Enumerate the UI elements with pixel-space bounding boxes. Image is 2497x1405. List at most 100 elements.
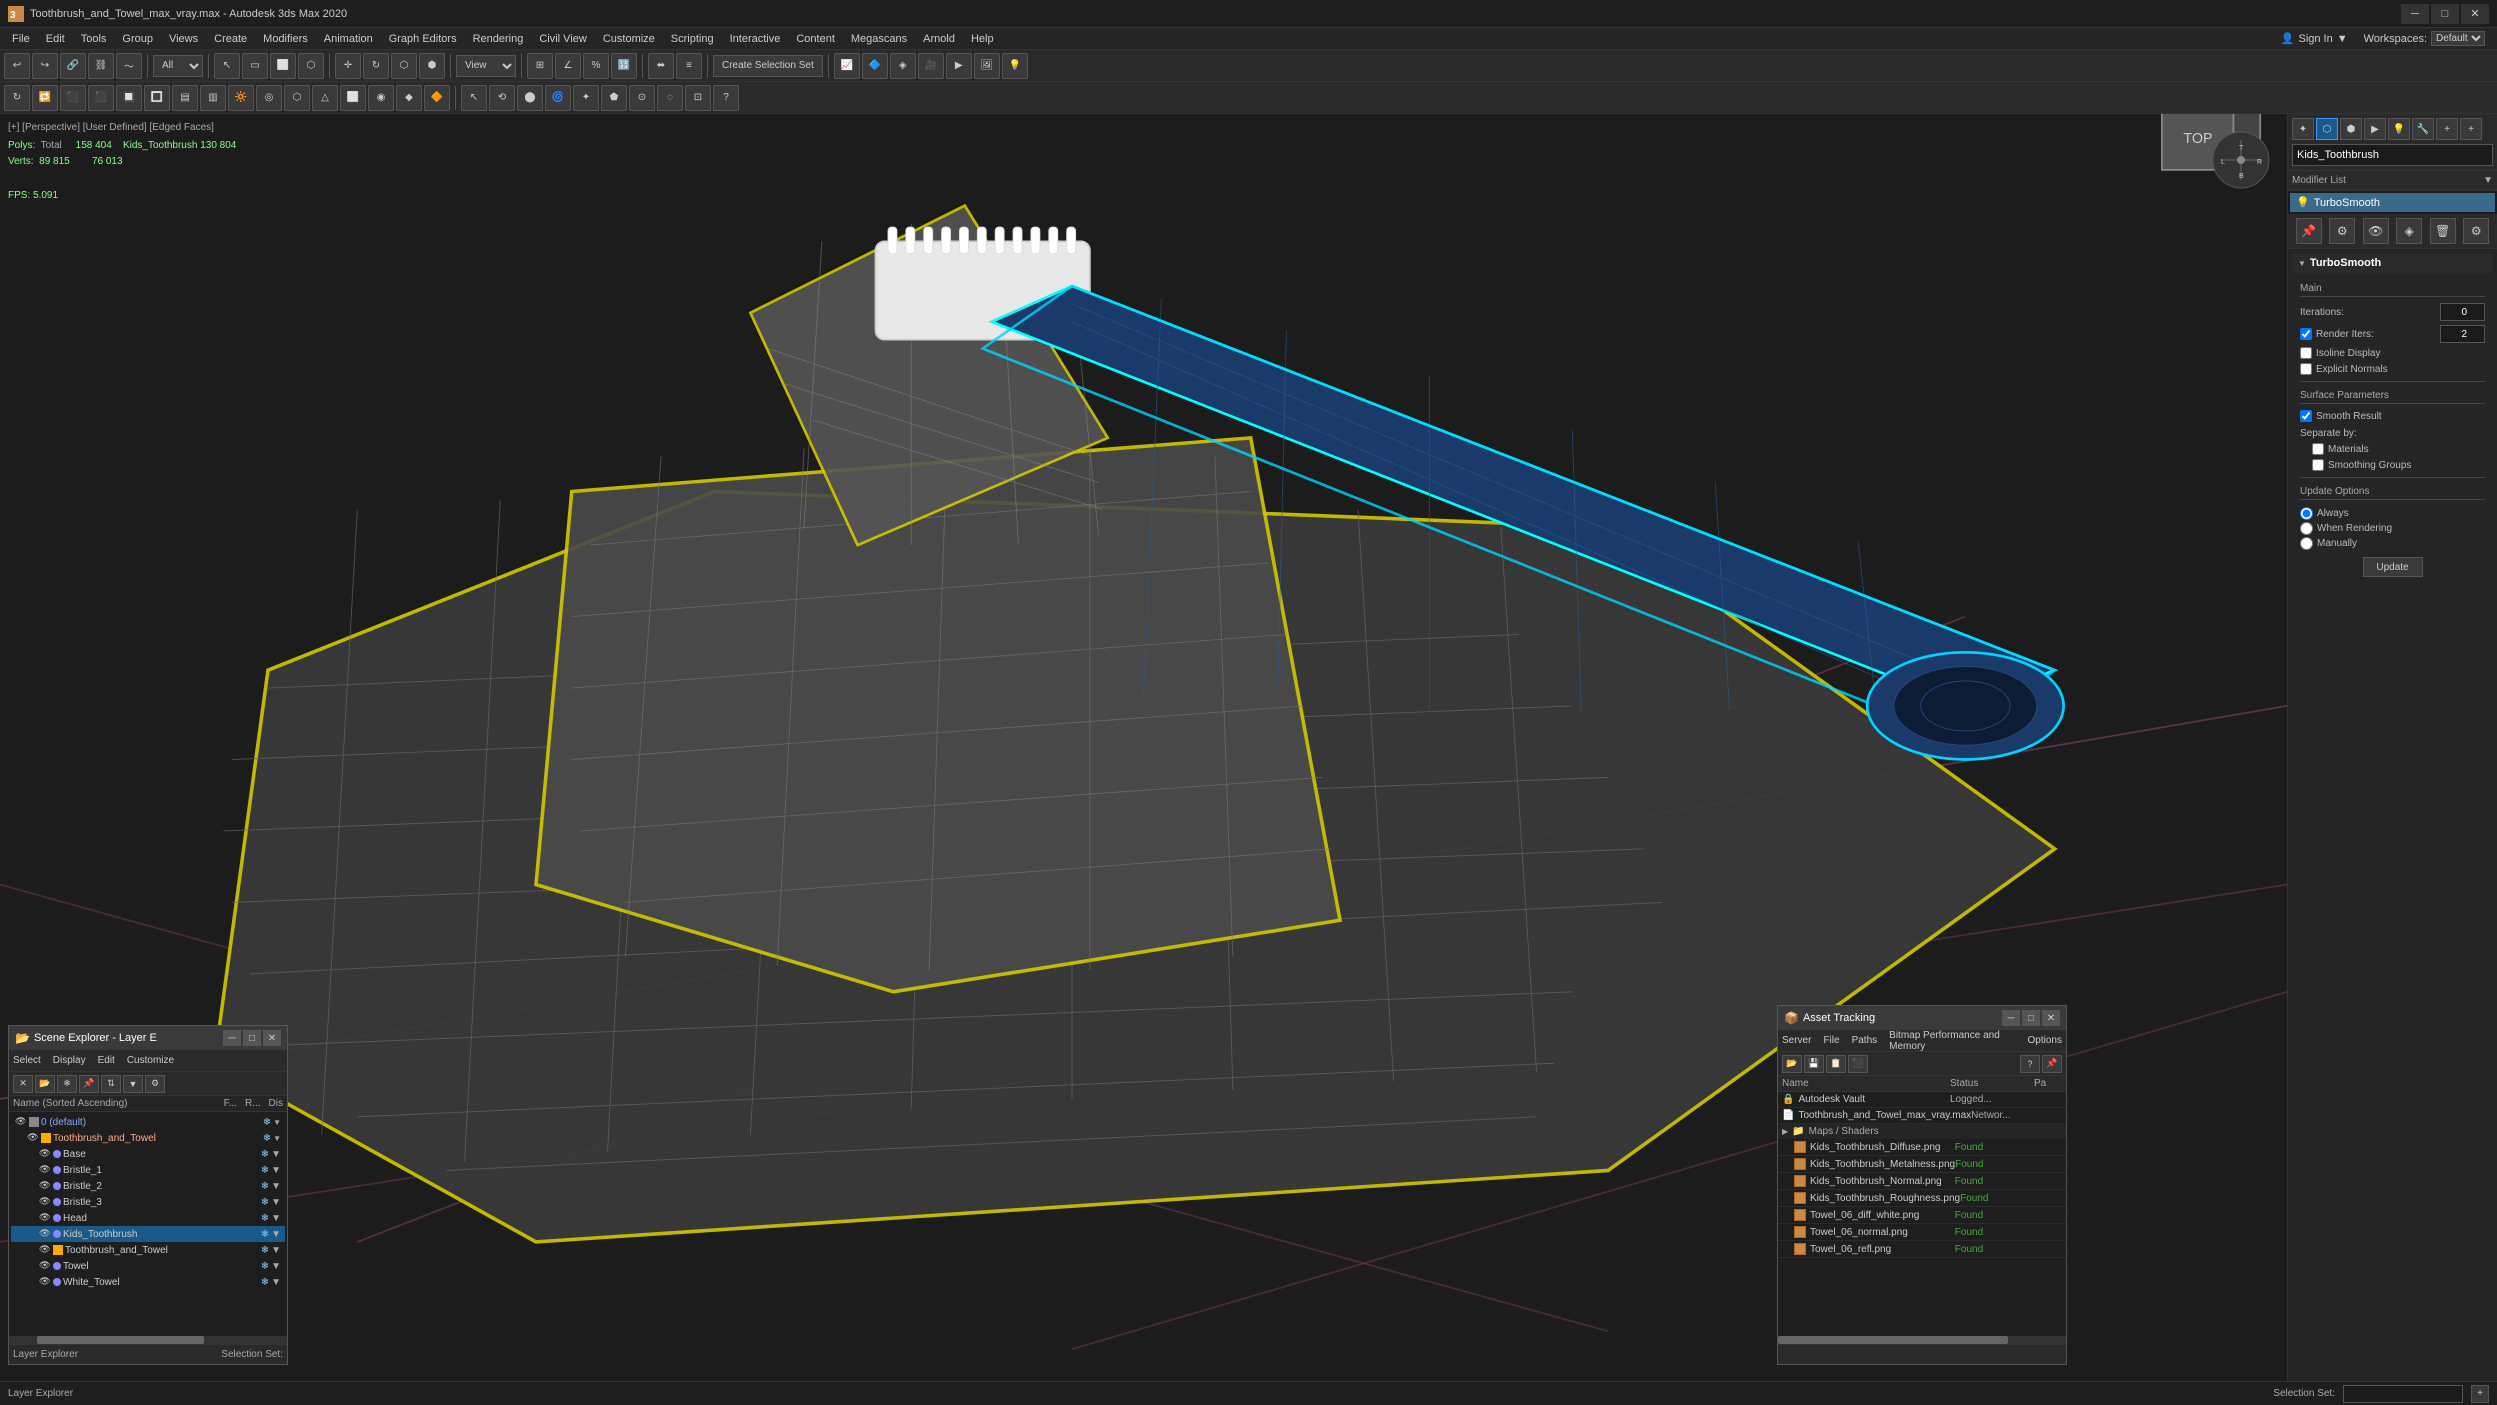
scene-explorer-close-button[interactable]: ✕ (263, 1030, 281, 1046)
angle-snap-button[interactable]: ∠ (555, 53, 581, 79)
render-iters-input[interactable]: 2 (2440, 325, 2485, 343)
tb2-btn-6[interactable]: 🔳 (144, 85, 170, 111)
at-restore-button[interactable]: □ (2022, 1010, 2040, 1026)
selection-set-input[interactable] (2343, 1385, 2463, 1403)
always-radio[interactable] (2300, 507, 2313, 520)
window-crossing-button[interactable]: ⬜ (270, 53, 296, 79)
at-horizontal-scrollbar[interactable] (1778, 1336, 2066, 1344)
at-menu-file[interactable]: File (1823, 1035, 1839, 1046)
tb2-btn-17[interactable]: ↖ (461, 85, 487, 111)
minimize-button[interactable]: ─ (2401, 4, 2429, 24)
rp-hierarchy-button[interactable]: ⬢ (2340, 118, 2362, 140)
render-iters-checkbox[interactable] (2300, 328, 2312, 340)
menu-file[interactable]: File (4, 31, 38, 47)
at-menu-options[interactable]: Options (2028, 1035, 2062, 1046)
tb2-btn-2[interactable]: 🔁 (32, 85, 58, 111)
menu-tools[interactable]: Tools (73, 31, 115, 47)
modifier-list-dropdown[interactable]: ▼ (2483, 175, 2493, 186)
menu-edit[interactable]: Edit (38, 31, 73, 47)
bind-space-warp-button[interactable]: 〜 (116, 53, 142, 79)
at-scrollbar-thumb[interactable] (1778, 1336, 2008, 1344)
percent-snap-button[interactable]: % (583, 53, 609, 79)
tb2-btn-9[interactable]: 🔆 (228, 85, 254, 111)
tb2-btn-12[interactable]: △ (312, 85, 338, 111)
select-object-button[interactable]: ↖ (214, 53, 240, 79)
at-tb-2[interactable]: 💾 (1804, 1055, 1824, 1073)
tb2-btn-25[interactable]: ⊡ (685, 85, 711, 111)
menu-interactive[interactable]: Interactive (722, 31, 789, 47)
menu-animation[interactable]: Animation (316, 31, 381, 47)
maximize-button[interactable]: □ (2431, 4, 2459, 24)
tb2-btn-14[interactable]: ◉ (368, 85, 394, 111)
se-tb-options[interactable]: ⚙ (145, 1075, 165, 1093)
workspaces-dropdown[interactable]: Default (2431, 31, 2485, 46)
tb2-btn-3[interactable]: ⬛ (60, 85, 86, 111)
add-selection-set-button[interactable]: + (2471, 1385, 2489, 1403)
tree-item-group[interactable]: 👁 Toothbrush_and_Towel ❄ ▼ (11, 1130, 285, 1146)
align-button[interactable]: ≡ (676, 53, 702, 79)
tree-item-layer0[interactable]: 👁 0 (default) ❄ ▼ (11, 1114, 285, 1130)
modifier-settings-button[interactable]: ⚙ (2329, 218, 2355, 244)
menu-help[interactable]: Help (963, 31, 1002, 47)
se-menu-customize[interactable]: Customize (127, 1055, 174, 1066)
render-setup-button[interactable]: 🎥 (918, 53, 944, 79)
tb2-btn-19[interactable]: ⬤ (517, 85, 543, 111)
menu-rendering[interactable]: Rendering (465, 31, 532, 47)
tb2-btn-21[interactable]: ✦ (573, 85, 599, 111)
tree-item-head[interactable]: 👁 Head ❄ ▼ (11, 1210, 285, 1226)
turbosmooth-section-header[interactable]: ▼ TurboSmooth (2292, 253, 2493, 273)
select-move-button[interactable]: ✛ (335, 53, 361, 79)
scene-explorer-scrollbar-thumb[interactable] (37, 1336, 204, 1344)
menu-content[interactable]: Content (788, 31, 843, 47)
scene-explorer-scrollbar[interactable] (9, 1336, 287, 1344)
at-row-diffuse[interactable]: Kids_Toothbrush_Diffuse.png Found (1778, 1139, 2066, 1156)
rp-motion-button[interactable]: ▶ (2364, 118, 2386, 140)
at-tb-4[interactable]: ⬛ (1848, 1055, 1868, 1073)
at-close-button[interactable]: ✕ (2042, 1010, 2060, 1026)
render-frame-button[interactable]: 🖼 (974, 53, 1000, 79)
rp-utilities-button[interactable]: 🔧 (2412, 118, 2434, 140)
at-row-towel-normal[interactable]: Towel_06_normal.png Found (1778, 1224, 2066, 1241)
isoline-checkbox[interactable] (2300, 347, 2312, 359)
tb2-btn-18[interactable]: ⟲ (489, 85, 515, 111)
freeform-selection-button[interactable]: ⬡ (298, 53, 324, 79)
select-link-button[interactable]: 🔗 (60, 53, 86, 79)
at-row-normal[interactable]: Kids_Toothbrush_Normal.png Found (1778, 1173, 2066, 1190)
menu-megascans[interactable]: Megascans (843, 31, 915, 47)
undo-button[interactable]: ↩ (4, 53, 30, 79)
at-row-metalness[interactable]: Kids_Toothbrush_Metalness.png Found (1778, 1156, 2066, 1173)
menu-create[interactable]: Create (206, 31, 255, 47)
at-tb-1[interactable]: 📂 (1782, 1055, 1802, 1073)
smooth-result-checkbox[interactable] (2300, 410, 2312, 422)
se-tb-freeze[interactable]: ❄ (57, 1075, 77, 1093)
scene-explorer-restore-button[interactable]: □ (243, 1030, 261, 1046)
active-shade-button[interactable]: 💡 (1002, 53, 1028, 79)
close-button[interactable]: ✕ (2461, 4, 2489, 24)
view-dropdown[interactable]: View (456, 55, 516, 77)
rp-display-button[interactable]: 💡 (2388, 118, 2410, 140)
tree-item-bristle3[interactable]: 👁 Bristle_3 ❄ ▼ (11, 1194, 285, 1210)
show-end-result-button[interactable]: 👁 (2363, 218, 2389, 244)
menu-group[interactable]: Group (114, 31, 161, 47)
se-tb-sort[interactable]: ⇅ (101, 1075, 121, 1093)
menu-modifiers[interactable]: Modifiers (255, 31, 316, 47)
render-button[interactable]: ▶ (946, 53, 972, 79)
tree-item-towel[interactable]: 👁 Towel ❄ ▼ (11, 1258, 285, 1274)
tree-item-toothbrush-towel[interactable]: 👁 Toothbrush_and_Towel ❄ ▼ (11, 1242, 285, 1258)
tb2-btn-16[interactable]: 🔶 (424, 85, 450, 111)
rp-extra-button-2[interactable]: + (2460, 118, 2482, 140)
iterations-input[interactable]: 0 (2440, 303, 2485, 321)
menu-views[interactable]: Views (161, 31, 206, 47)
tb2-btn-26[interactable]: ? (713, 85, 739, 111)
schematic-view-button[interactable]: 🔷 (862, 53, 888, 79)
configure-sets-button[interactable]: ⚙ (2463, 218, 2489, 244)
select-region-button[interactable]: ▭ (242, 53, 268, 79)
tb2-btn-1[interactable]: ↻ (4, 85, 30, 111)
tb2-btn-5[interactable]: 🔲 (116, 85, 142, 111)
tree-item-white-towel[interactable]: 👁 White_Towel ❄ ▼ (11, 1274, 285, 1290)
se-tb-filter[interactable]: ▼ (123, 1075, 143, 1093)
at-menu-paths[interactable]: Paths (1852, 1035, 1878, 1046)
scene-explorer-minimize-button[interactable]: ─ (223, 1030, 241, 1046)
redo-button[interactable]: ↪ (32, 53, 58, 79)
create-selection-set-button[interactable]: Create Selection Set (713, 55, 823, 77)
